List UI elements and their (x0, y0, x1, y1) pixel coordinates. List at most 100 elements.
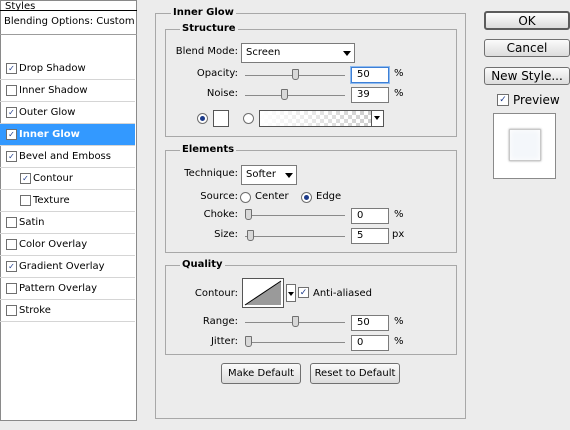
choke-label: Choke: (203, 209, 238, 220)
styles-item-label: Bevel and Emboss (19, 151, 111, 162)
technique-select[interactable]: Softer (241, 165, 297, 185)
jitter-label: Jitter: (210, 336, 238, 347)
choke-slider-thumb[interactable] (245, 209, 252, 220)
styles-item-checkbox[interactable]: ✓ (6, 261, 17, 272)
range-slider-thumb[interactable] (292, 316, 299, 327)
technique-label: Technique: (184, 168, 238, 179)
opacity-input[interactable]: 50 (351, 67, 389, 83)
opacity-slider-thumb[interactable] (292, 69, 299, 80)
styles-item-checkbox[interactable]: ✓ (20, 173, 31, 184)
styles-item-drop-shadow[interactable]: ✓ Drop Shadow (0, 58, 135, 80)
styles-item-contour[interactable]: ✓ Contour (0, 168, 135, 190)
size-unit: px (392, 229, 405, 240)
styles-item-label: Gradient Overlay (19, 261, 105, 272)
styles-item-inner-shadow[interactable]: Inner Shadow (0, 80, 135, 102)
anti-aliased-checkbox[interactable]: ✓ (298, 287, 309, 298)
styles-item-checkbox[interactable] (6, 85, 17, 96)
blend-mode-value: Screen (246, 47, 281, 58)
styles-item-label: Texture (33, 195, 70, 206)
structure-title: Structure (180, 23, 238, 34)
jitter-unit: % (394, 336, 404, 347)
range-unit: % (394, 316, 404, 327)
style-preview (493, 113, 556, 179)
opacity-slider[interactable] (245, 69, 345, 80)
contour-dropdown-button[interactable] (286, 284, 296, 302)
preview-swatch (509, 129, 541, 161)
styles-item-outer-glow[interactable]: ✓ Outer Glow (0, 102, 135, 124)
source-edge-radio[interactable] (301, 192, 312, 203)
range-input[interactable]: 50 (351, 315, 389, 331)
inner-glow-title: Inner Glow (171, 7, 236, 18)
range-slider[interactable] (245, 316, 345, 327)
styles-item-checkbox[interactable] (6, 217, 17, 228)
styles-item-checkbox[interactable] (6, 283, 17, 294)
size-slider-thumb[interactable] (247, 230, 254, 241)
source-label: Source: (200, 191, 238, 202)
styles-item-checkbox[interactable]: ✓ (6, 151, 17, 162)
styles-item-checkbox[interactable]: ✓ (6, 63, 17, 74)
reset-to-default-button[interactable]: Reset to Default (310, 363, 400, 384)
size-slider[interactable] (245, 230, 345, 241)
size-input[interactable]: 5 (351, 228, 389, 244)
new-style-button[interactable]: New Style... (484, 67, 570, 85)
blending-options-item[interactable]: Blending Options: Custom (0, 10, 137, 35)
contour-label: Contour: (194, 288, 238, 299)
jitter-slider[interactable] (245, 336, 345, 347)
jitter-slider-thumb[interactable] (245, 336, 252, 347)
noise-slider[interactable] (245, 89, 345, 100)
styles-item-label: Color Overlay (19, 239, 88, 250)
blend-mode-select[interactable]: Screen (241, 43, 355, 63)
checkmark-icon: ✓ (299, 288, 308, 298)
styles-item-stroke[interactable]: Stroke (0, 300, 135, 322)
chevron-down-icon (288, 292, 294, 296)
opacity-unit: % (394, 68, 404, 79)
styles-item-gradient-overlay[interactable]: ✓ Gradient Overlay (0, 256, 135, 278)
choke-slider[interactable] (245, 209, 345, 220)
solid-color-radio[interactable] (197, 113, 208, 124)
source-center-radio[interactable] (240, 192, 251, 203)
ok-button[interactable]: OK (484, 11, 570, 30)
noise-slider-thumb[interactable] (281, 89, 288, 100)
contour-picker[interactable] (242, 278, 284, 308)
styles-item-label: Inner Shadow (19, 85, 88, 96)
chevron-down-icon[interactable] (371, 111, 383, 126)
jitter-input[interactable]: 0 (351, 335, 389, 351)
styles-item-pattern-overlay[interactable]: Pattern Overlay (0, 278, 135, 300)
source-center-label: Center (255, 191, 289, 202)
glow-gradient-picker[interactable] (259, 110, 384, 127)
noise-label: Noise: (206, 88, 238, 99)
gradient-radio[interactable] (243, 113, 254, 124)
styles-item-color-overlay[interactable]: Color Overlay (0, 234, 135, 256)
styles-item-label: Drop Shadow (19, 63, 86, 74)
quality-title: Quality (180, 259, 225, 270)
styles-item-checkbox[interactable] (6, 239, 17, 250)
noise-input[interactable]: 39 (351, 87, 389, 103)
contour-curve-icon (244, 280, 282, 306)
styles-item-label: Outer Glow (19, 107, 76, 118)
choke-unit: % (394, 209, 404, 220)
source-edge-label: Edge (316, 191, 342, 202)
make-default-button[interactable]: Make Default (221, 363, 301, 384)
opacity-label: Opacity: (196, 68, 238, 79)
chevron-down-icon (343, 51, 351, 56)
styles-item-inner-glow[interactable]: ✓ Inner Glow (0, 124, 135, 146)
blend-mode-label: Blend Mode: (175, 46, 238, 57)
checkmark-icon: ✓ (499, 95, 507, 105)
styles-item-label: Pattern Overlay (19, 283, 98, 294)
styles-item-texture[interactable]: Texture (0, 190, 135, 212)
styles-item-checkbox[interactable] (20, 195, 31, 206)
styles-item-checkbox[interactable] (6, 305, 17, 316)
styles-item-checkbox[interactable]: ✓ (6, 129, 17, 140)
styles-item-label: Contour (33, 173, 73, 184)
styles-item-checkbox[interactable]: ✓ (6, 107, 17, 118)
styles-item-label: Stroke (19, 305, 51, 316)
choke-input[interactable]: 0 (351, 208, 389, 224)
cancel-button[interactable]: Cancel (484, 39, 570, 57)
glow-color-swatch[interactable] (213, 110, 229, 127)
preview-label: Preview (513, 93, 560, 107)
preview-checkbox[interactable]: ✓ (497, 94, 509, 106)
styles-item-satin[interactable]: Satin (0, 212, 135, 234)
styles-item-label: Inner Glow (19, 129, 80, 140)
anti-aliased-label: Anti-aliased (313, 288, 373, 299)
styles-item-bevel-and-emboss[interactable]: ✓ Bevel and Emboss (0, 146, 135, 168)
